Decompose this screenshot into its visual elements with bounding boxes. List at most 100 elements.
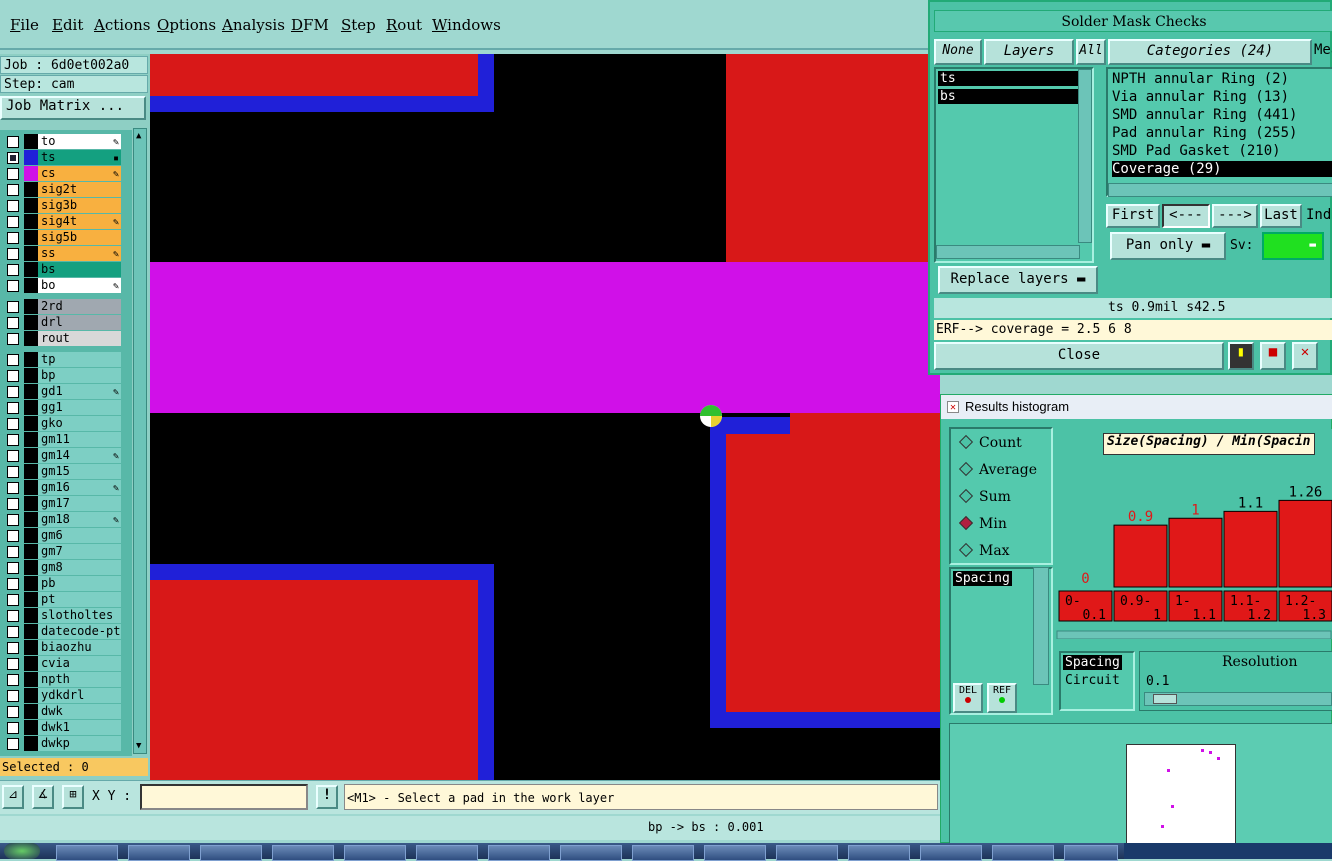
layer-color-swatch[interactable] [24,688,38,703]
layer-checkbox[interactable] [7,594,19,606]
graphics-canvas[interactable] [150,54,940,780]
histogram-bar[interactable] [1168,517,1223,588]
delete-report-icon[interactable]: ✕ [1292,342,1318,370]
layer-row-pt[interactable]: pt [4,592,121,607]
layer-row-gko[interactable]: gko [4,416,121,431]
layer-checkbox[interactable] [7,658,19,670]
layer-row-gm14[interactable]: gm14 ✎ [4,448,121,463]
layer-name[interactable]: datecode-pto [38,624,121,639]
layer-color-swatch[interactable] [24,182,38,197]
layer-name[interactable]: to ✎ [38,134,121,149]
layer-checkbox[interactable] [7,184,19,196]
category-item[interactable]: Pad annular Ring (255) [1112,125,1297,141]
layer-name[interactable]: bs [38,262,121,277]
layer-row-dwk[interactable]: dwk [4,704,121,719]
layer-checkbox[interactable] [7,216,19,228]
layer-name[interactable]: ss ✎ [38,246,121,261]
layer-name[interactable]: cs ✎ [38,166,121,181]
histogram-bar[interactable] [1113,524,1168,588]
layer-row-gm17[interactable]: gm17 [4,496,121,511]
severity-select[interactable]: ▬ [1262,232,1324,260]
layer-row-tp[interactable]: tp [4,352,121,367]
resolution-slider[interactable] [1144,692,1332,706]
layer-checkbox[interactable] [7,466,19,478]
layer-color-swatch[interactable] [24,230,38,245]
xy-input[interactable] [140,784,308,810]
layer-name[interactable]: bp [38,368,121,383]
layer-name[interactable]: 2rd [38,299,121,314]
layer-color-swatch[interactable] [24,352,38,367]
layer-checkbox[interactable] [7,578,19,590]
layer-checkbox[interactable] [7,690,19,702]
layers-button[interactable]: Layers [984,39,1074,65]
prev-button[interactable]: <--- [1162,204,1210,228]
menu-windows[interactable]: Windows [432,16,501,34]
layer-row-sig3b[interactable]: sig3b [4,198,121,213]
layer-checkbox[interactable] [7,232,19,244]
layer-color-swatch[interactable] [24,512,38,527]
layer-checkbox[interactable] [7,386,19,398]
layer-name[interactable]: slotholtes [38,608,121,623]
layer-checkbox[interactable] [7,354,19,366]
layer-color-swatch[interactable] [24,576,38,591]
layer-name[interactable]: gm6 [38,528,121,543]
layer-row-datecode-pto[interactable]: datecode-pto [4,624,121,639]
all-button[interactable]: All [1076,39,1106,65]
layer-name[interactable]: gm17 [38,496,121,511]
ref-button[interactable]: REF [987,683,1017,713]
layer-row-bp[interactable]: bp [4,368,121,383]
layer-row-gg1[interactable]: gg1 [4,400,121,415]
layer-name[interactable]: gm18 ✎ [38,512,121,527]
pan-mode-select[interactable]: Pan only ▬ [1110,232,1226,260]
layer-color-swatch[interactable] [24,416,38,431]
job-matrix-button[interactable]: Job Matrix ... [0,96,146,120]
layer-checkbox[interactable] [7,738,19,750]
layer-name[interactable]: gm11 [38,432,121,447]
histogram-bar[interactable] [1223,510,1278,588]
flag-icon[interactable]: ▮ [1228,342,1254,370]
slider-handle[interactable] [1153,694,1177,704]
menu-actions[interactable]: Actions [94,16,150,34]
layer-name[interactable]: rout [38,331,121,346]
list-item[interactable]: Spacing [953,571,1012,586]
layer-checkbox[interactable] [7,674,19,686]
mode-count-radio[interactable]: Count [958,434,1022,451]
layer-color-swatch[interactable] [24,299,38,314]
layer-row-dwk1[interactable]: dwk1 [4,720,121,735]
layer-checkbox[interactable] [7,530,19,542]
layer-checkbox[interactable] [7,333,19,345]
layer-row-ts[interactable]: ts ▪ [4,150,121,165]
layer-checkbox[interactable] [7,317,19,329]
layer-checkbox[interactable] [7,546,19,558]
layer-list-scrollbar[interactable] [1078,69,1092,243]
layer-row-slotholtes[interactable]: slotholtes [4,608,121,623]
layer-color-swatch[interactable] [24,278,38,293]
layer-row-bo[interactable]: bo ✎ [4,278,121,293]
layer-checkbox[interactable] [7,418,19,430]
category-item[interactable]: SMD annular Ring (441) [1112,107,1297,123]
layer-checkbox[interactable] [7,168,19,180]
category-item[interactable]: Via annular Ring (13) [1112,89,1289,105]
layer-name[interactable]: pt [38,592,121,607]
layer-name[interactable]: cvia [38,656,121,671]
layer-color-swatch[interactable] [24,214,38,229]
none-button[interactable]: None [934,39,982,65]
layer-color-swatch[interactable] [24,528,38,543]
start-icon[interactable] [4,843,40,859]
layer-checkbox[interactable] [7,434,19,446]
layer-row-npth[interactable]: npth [4,672,121,687]
layer-checkbox[interactable] [7,200,19,212]
replace-layers-select[interactable]: Replace layers ▬ [938,266,1098,294]
layer-row-gm8[interactable]: gm8 [4,560,121,575]
layer-name[interactable]: dwk1 [38,720,121,735]
index-button[interactable]: Ind [1306,207,1331,223]
layer-checkbox[interactable] [7,562,19,574]
layer-name[interactable]: drl [38,315,121,330]
mode-sum-radio[interactable]: Sum [958,488,1011,505]
layer-color-swatch[interactable] [24,480,38,495]
category-item[interactable]: SMD Pad Gasket (210) [1112,143,1281,159]
layer-row-rout[interactable]: rout [4,331,121,346]
measure-icon[interactable]: ∡ [32,785,54,809]
layer-name[interactable]: gd1 ✎ [38,384,121,399]
layer-row-gm7[interactable]: gm7 [4,544,121,559]
